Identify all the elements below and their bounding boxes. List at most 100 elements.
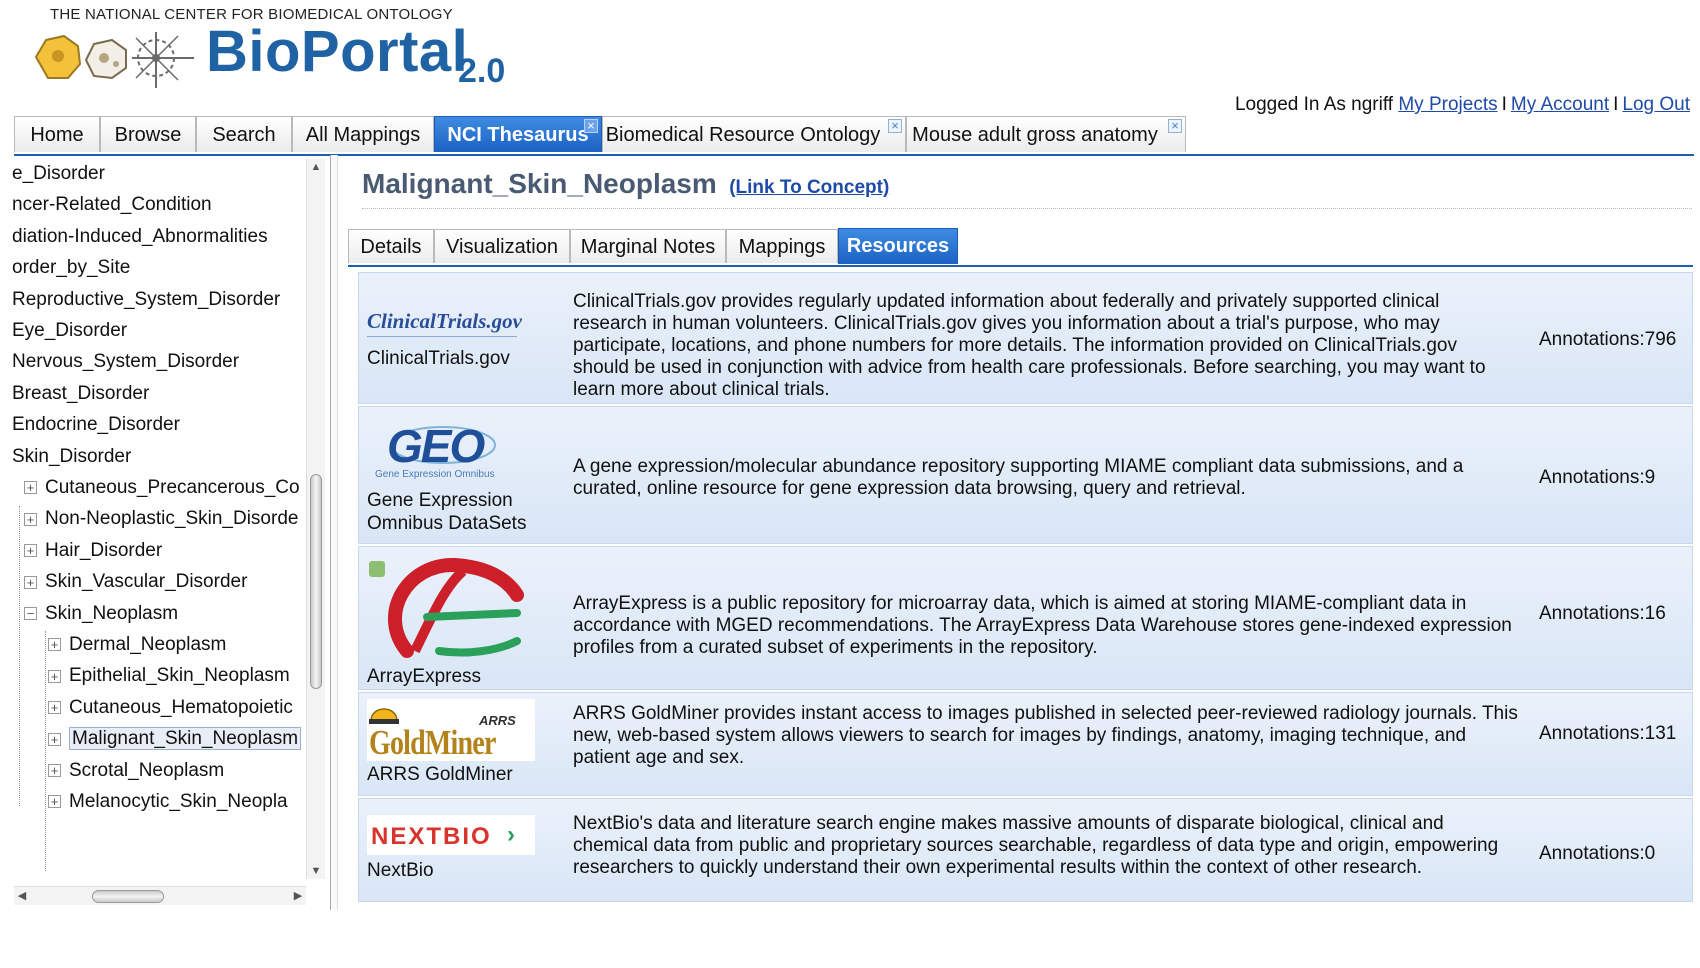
bioportal-logo-icon — [34, 32, 194, 88]
tree-node[interactable]: Endocrine_Disorder — [12, 410, 180, 440]
tab-visualization[interactable]: Visualization — [434, 229, 570, 263]
tree-node[interactable]: − Skin_Neoplasm — [24, 599, 178, 629]
resource-row[interactable]: ARRS GoldMiner ARRS GoldMiner ARRS GoldM… — [358, 692, 1693, 796]
scroll-up-icon[interactable]: ▲ — [307, 159, 325, 175]
tab-nci-thesaurus[interactable]: NCI Thesaurus × — [434, 116, 602, 152]
tab-marginal-notes[interactable]: Marginal Notes — [570, 229, 726, 263]
resource-description: ARRS GoldMiner provides instant access t… — [573, 703, 1518, 768]
expand-icon[interactable]: + — [24, 512, 37, 526]
tree-node[interactable]: e_Disorder — [12, 159, 105, 189]
tab-biomedical-resource-ontology[interactable]: Biomedical Resource Ontology × — [602, 116, 906, 152]
resources-table: ClinicalTrials.gov ClinicalTrials.gov Cl… — [358, 272, 1693, 942]
tab-all-mappings[interactable]: All Mappings — [292, 116, 434, 152]
close-icon[interactable]: × — [1168, 119, 1182, 133]
header: THE NATIONAL CENTER FOR BIOMEDICAL ONTOL… — [0, 0, 1700, 115]
resource-name[interactable]: ClinicalTrials.gov — [367, 347, 510, 370]
tab-mappings[interactable]: Mappings — [726, 229, 838, 263]
resource-row[interactable]: ClinicalTrials.gov ClinicalTrials.gov Cl… — [358, 272, 1693, 404]
resource-name[interactable]: NextBio — [367, 859, 434, 882]
logo-subtext: Gene Expression Omnibus — [375, 469, 495, 480]
tab-mouse-adult-gross-anatomy[interactable]: Mouse adult gross anatomy × — [906, 116, 1186, 152]
tree-node[interactable]: + Skin_Vascular_Disorder — [24, 567, 247, 597]
scroll-left-icon[interactable]: ◀ — [14, 887, 30, 905]
tree-node[interactable]: Reproductive_System_Disorder — [12, 285, 280, 315]
resource-row[interactable]: NEXTBIO › NextBio NextBio's data and lit… — [358, 798, 1693, 902]
tab-label: Mouse adult gross anatomy — [912, 124, 1158, 146]
expand-icon[interactable]: + — [48, 669, 61, 683]
logo-text: GoldMiner — [369, 723, 496, 762]
resource-name[interactable]: Gene Expression Omnibus DataSets — [367, 489, 557, 535]
tree-node[interactable]: Skin_Disorder — [12, 442, 131, 472]
nextbio-logo[interactable]: NEXTBIO › — [367, 815, 535, 855]
tree-node[interactable]: + Hair_Disorder — [24, 536, 162, 566]
expand-icon[interactable]: + — [48, 764, 61, 778]
expand-icon[interactable]: + — [48, 732, 61, 746]
tree-node[interactable]: ncer-Related_Condition — [12, 190, 212, 220]
concept-tree-panel: e_Disorder ncer-Related_Condition diation-… — [0, 155, 328, 910]
tree-node[interactable]: + Dermal_Neoplasm — [48, 630, 226, 660]
tree-node[interactable]: Nervous_System_Disorder — [12, 347, 239, 377]
resource-row[interactable]: GEO Gene Expression Omnibus Gene Express… — [358, 406, 1693, 544]
tree-vertical-scrollbar[interactable]: ▲ ▼ — [306, 159, 325, 879]
tree-connector — [45, 631, 46, 871]
scroll-down-icon[interactable]: ▼ — [307, 863, 325, 879]
chevron-right-icon: › — [507, 821, 515, 848]
annotation-count: Annotations:16 — [1539, 603, 1666, 624]
tree-node[interactable]: diation-Induced_Abnormalities — [12, 222, 268, 252]
expand-icon[interactable]: + — [48, 701, 61, 715]
tree-node[interactable]: + Melanocytic_Skin_Neopla — [48, 787, 288, 817]
tree-node[interactable]: + Cutaneous_Hematopoietic — [48, 693, 293, 723]
tab-resources[interactable]: Resources — [838, 228, 958, 264]
panel-splitter[interactable] — [330, 155, 338, 910]
tree-node[interactable]: Breast_Disorder — [12, 379, 149, 409]
arrayexpress-logo[interactable] — [367, 555, 535, 665]
concept-header: Malignant_Skin_Neoplasm (Link To Concept… — [362, 168, 1692, 209]
tree-connector — [19, 506, 20, 806]
tab-home[interactable]: Home — [14, 116, 100, 152]
close-icon[interactable]: × — [584, 119, 598, 133]
clinicaltrials-logo[interactable]: ClinicalTrials.gov — [367, 309, 535, 349]
tab-label: Mappings — [738, 236, 826, 258]
tree-node-label: order_by_Site — [12, 257, 131, 279]
scroll-thumb[interactable] — [310, 474, 322, 689]
tree-node[interactable]: + Cutaneous_Precancerous_Co — [24, 473, 300, 503]
tab-search[interactable]: Search — [196, 116, 292, 152]
tab-details[interactable]: Details — [348, 229, 434, 263]
tree-node[interactable]: Eye_Disorder — [12, 316, 127, 346]
scroll-thumb[interactable] — [92, 890, 164, 903]
close-icon[interactable]: × — [888, 119, 902, 133]
collapse-icon[interactable]: − — [24, 607, 37, 621]
tree-horizontal-scrollbar[interactable]: ◀ ▶ — [14, 886, 306, 905]
logged-in-text: Logged In As ngriff — [1234, 94, 1394, 115]
tree-node[interactable]: + Scrotal_Neoplasm — [48, 756, 224, 786]
tree-node-label: Endocrine_Disorder — [12, 414, 180, 436]
tree-node[interactable]: + Non-Neoplastic_Skin_Disorde — [24, 504, 298, 534]
resource-name[interactable]: ARRS GoldMiner — [367, 763, 513, 786]
my-account-link[interactable]: My Account — [1511, 94, 1609, 115]
link-to-concept[interactable]: (Link To Concept) — [729, 177, 889, 198]
expand-icon[interactable]: + — [24, 481, 37, 495]
tab-browse[interactable]: Browse — [100, 116, 196, 152]
resource-description: ClinicalTrials.gov provides regularly up… — [573, 291, 1486, 400]
tree-node[interactable]: + Malignant_Skin_Neoplasm — [48, 724, 302, 754]
tab-label: Home — [30, 124, 84, 146]
tab-label: Search — [212, 124, 276, 146]
goldminer-logo[interactable]: ARRS GoldMiner — [367, 699, 535, 762]
expand-icon[interactable]: + — [24, 575, 37, 589]
expand-icon[interactable]: + — [48, 638, 61, 652]
tab-label: Marginal Notes — [580, 236, 716, 258]
resource-row[interactable]: ArrayExpress ArrayExpress is a public re… — [358, 546, 1693, 690]
scroll-right-icon[interactable]: ▶ — [290, 887, 306, 905]
resource-name[interactable]: ArrayExpress — [367, 665, 481, 688]
log-out-link[interactable]: Log Out — [1622, 94, 1690, 115]
expand-icon[interactable]: + — [48, 795, 61, 809]
geo-logo[interactable]: GEO Gene Expression Omnibus — [367, 419, 535, 481]
tree-node[interactable]: order_by_Site — [12, 253, 130, 283]
expand-icon[interactable]: + — [24, 544, 37, 558]
concept-tab-bar: Details Visualization Marginal Notes Map… — [348, 228, 1693, 267]
tab-label: Resources — [846, 235, 950, 257]
tree-node[interactable]: + Epithelial_Skin_Neoplasm — [48, 661, 290, 691]
my-projects-link[interactable]: My Projects — [1398, 94, 1497, 115]
main-tab-bar: Home Browse Search All Mappings NCI Thes… — [14, 116, 1694, 156]
tree-node-label: Skin_Vascular_Disorder — [45, 571, 248, 593]
